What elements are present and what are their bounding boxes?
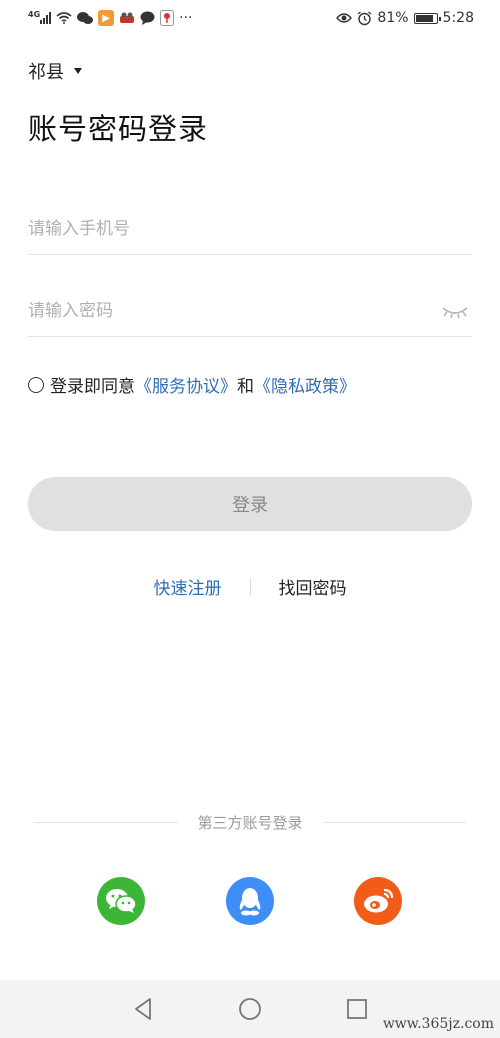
status-bar: 4G ▶ ··· 81% 5:28: [0, 0, 500, 36]
battery-percent: 81%: [377, 10, 409, 26]
back-icon[interactable]: [131, 997, 155, 1021]
wifi-icon: [56, 12, 72, 24]
wechat-icon: [77, 11, 94, 25]
status-left: 4G ▶ ···: [28, 10, 193, 26]
recent-apps-icon[interactable]: [345, 997, 369, 1021]
signal-icon: 4G: [28, 9, 52, 24]
eye-icon: [336, 12, 353, 24]
battery-icon: [413, 12, 441, 24]
alarm-icon: [357, 10, 372, 26]
watermark: www.365jz.com: [382, 1016, 494, 1032]
wechat-login-button[interactable]: [97, 877, 145, 925]
divider: [249, 577, 251, 596]
divider-line-left: [34, 822, 178, 823]
weibo-login-button[interactable]: [354, 877, 402, 925]
app-icon: [119, 11, 135, 25]
phone-input[interactable]: [28, 219, 472, 239]
recover-password-link[interactable]: 找回密码: [279, 574, 347, 599]
login-button[interactable]: 登录: [28, 477, 472, 531]
qq-login-button[interactable]: [226, 877, 274, 925]
service-agreement-link[interactable]: 《服务协议》: [135, 372, 237, 397]
agreement-row: 登录即同意 《服务协议》 和 《隐私政策》: [28, 372, 356, 397]
third-party-header: 第三方账号登录: [34, 812, 467, 833]
home-icon[interactable]: [238, 997, 262, 1021]
network-type: 4G: [28, 9, 41, 19]
closed-eye-icon[interactable]: [440, 298, 470, 324]
phone-field: [28, 204, 472, 255]
password-field: [28, 286, 472, 337]
caret-down-icon: [74, 68, 82, 74]
status-right: 81% 5:28: [336, 10, 474, 26]
map-pin-icon: [160, 10, 175, 26]
quick-register-link[interactable]: 快速注册: [154, 574, 222, 599]
agreement-prefix: 登录即同意: [50, 377, 135, 397]
third-party-label: 第三方账号登录: [197, 814, 303, 832]
location-selector[interactable]: 祁县: [28, 58, 82, 84]
page-title: 账号密码登录: [28, 112, 209, 146]
agreement-radio[interactable]: [28, 376, 44, 393]
agreement-conjunction: 和: [237, 377, 254, 397]
more-icon: ···: [179, 10, 193, 26]
password-input[interactable]: [28, 301, 472, 321]
qq-icon: [239, 888, 261, 916]
weibo-icon: [364, 888, 394, 913]
location-label: 祁县: [28, 62, 64, 83]
privacy-policy-link[interactable]: 《隐私政策》: [254, 372, 356, 397]
aux-links: 快速注册 找回密码: [0, 574, 500, 599]
divider-line-right: [322, 822, 467, 823]
clock: 5:28: [442, 10, 474, 26]
chat-icon: [140, 11, 155, 25]
wechat-icon: [106, 889, 137, 913]
video-app-icon: ▶: [98, 10, 115, 26]
